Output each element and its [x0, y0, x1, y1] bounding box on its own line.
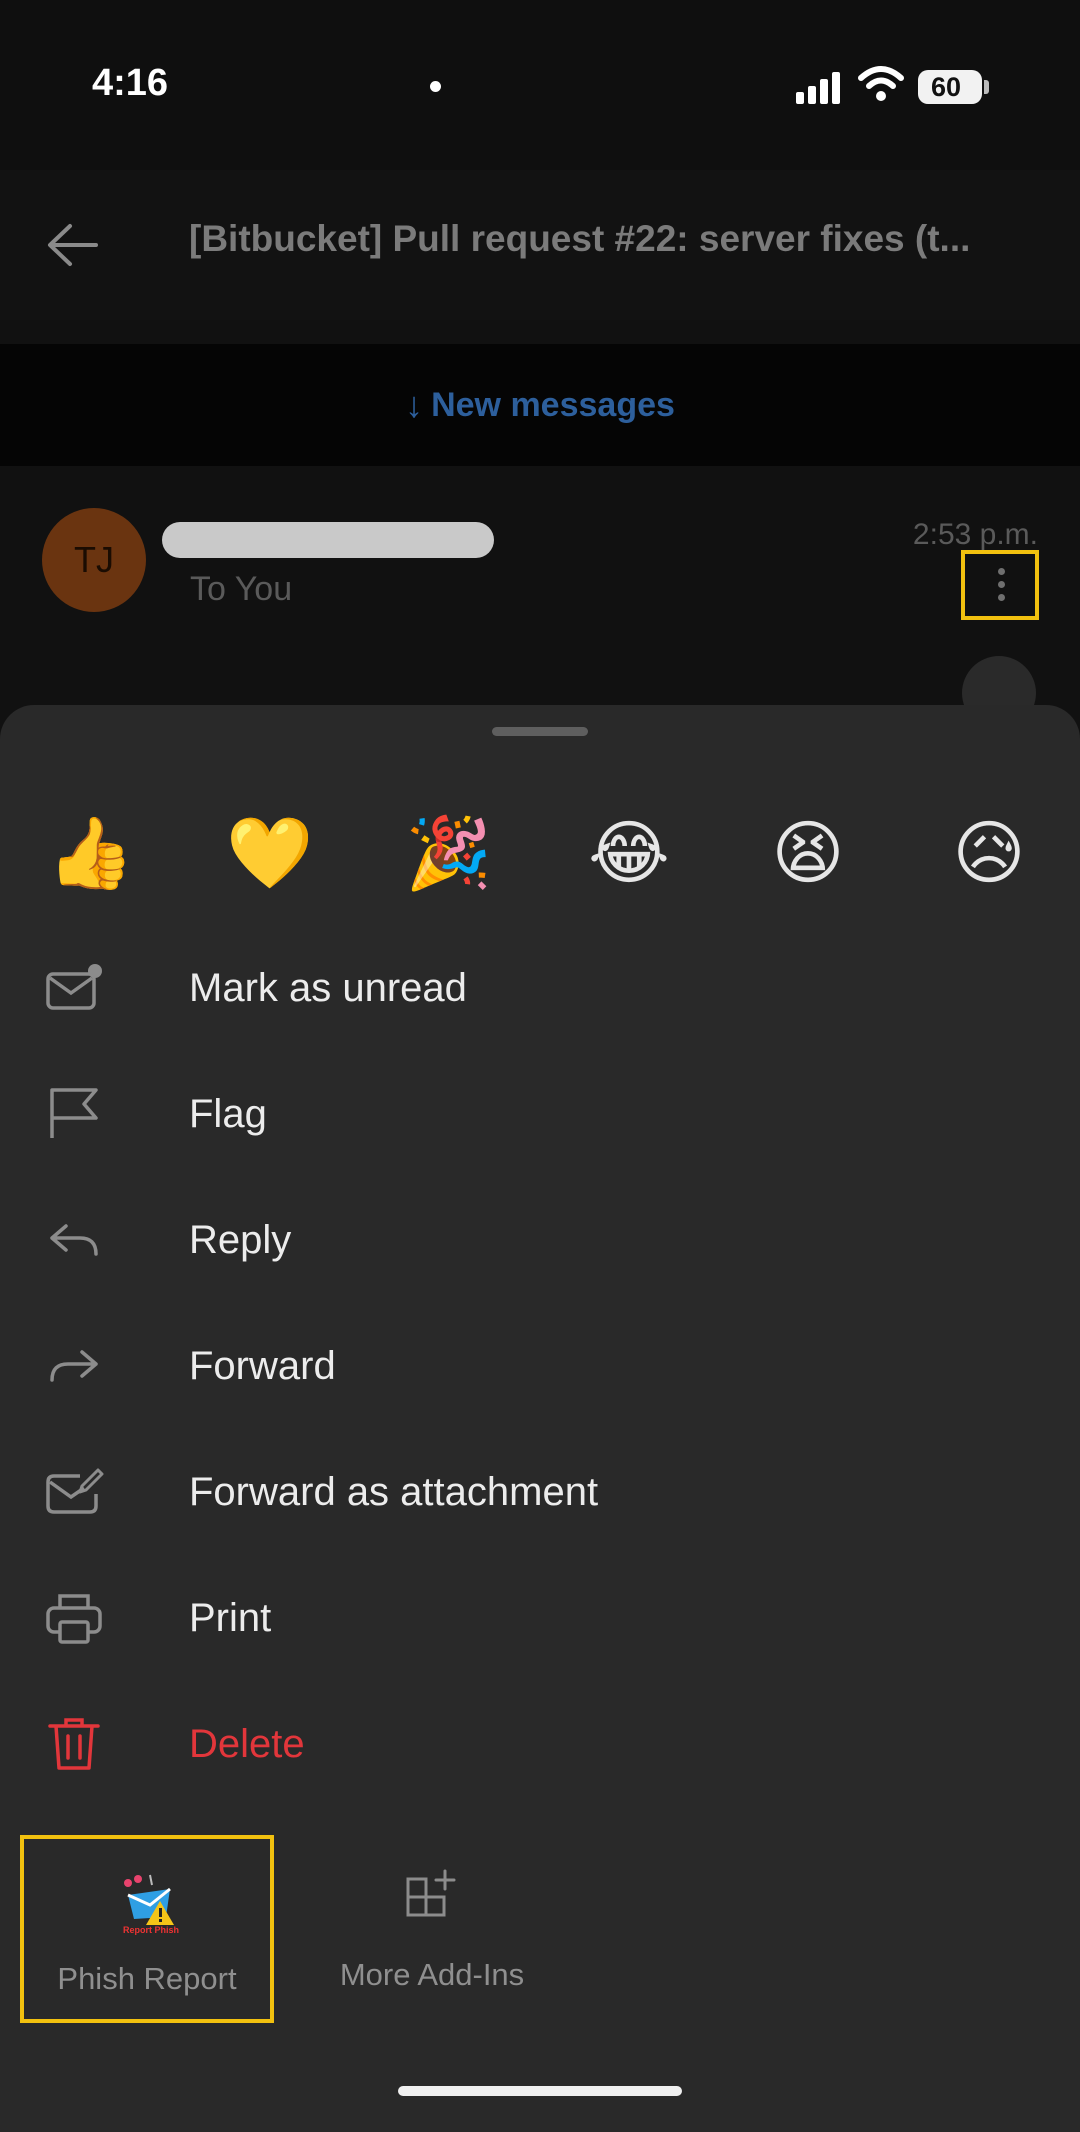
menu-item-reply[interactable]: Reply	[0, 1177, 1080, 1303]
thumbs-up-reaction[interactable]: 👍	[46, 808, 136, 898]
recipient-line: To You	[190, 570, 293, 608]
reply-icon	[50, 1224, 98, 1256]
printer-icon	[46, 1594, 102, 1644]
menu-item-print[interactable]: Print	[0, 1555, 1080, 1681]
trash-icon	[48, 1718, 100, 1770]
menu-label: Delete	[189, 1722, 305, 1766]
phish-report-label: Phish Report	[57, 1961, 237, 1996]
avatar[interactable]: TJ	[42, 508, 146, 612]
reaction-row: 👍 💛 🎉 😂 😫 😥	[0, 808, 1080, 898]
more-addins-label: More Add-Ins	[339, 1957, 525, 1992]
phish-report-logo-icon	[124, 1874, 174, 1925]
phish-report-addin[interactable]: Report Phish Phish Report	[20, 1835, 274, 2023]
battery-level: 60	[930, 72, 962, 102]
menu-label: Flag	[189, 1092, 267, 1136]
surprised-reaction[interactable]: 😫	[763, 808, 853, 898]
menu-item-delete[interactable]: Delete	[0, 1681, 1080, 1807]
menu-label: Mark as unread	[189, 966, 467, 1010]
new-messages-label: New messages	[431, 385, 675, 424]
flag-icon	[50, 1088, 98, 1138]
menu-label: Forward	[189, 1344, 336, 1388]
sheet-grab-handle[interactable]	[492, 727, 588, 736]
signal-icon	[796, 70, 842, 104]
party-reaction[interactable]: 🎉	[404, 808, 494, 898]
addins-row: Report Phish Phish Report More Add-Ins	[0, 1835, 1080, 2035]
menu-label: Forward as attachment	[189, 1470, 599, 1514]
status-bar: 4:16 60	[0, 0, 1080, 170]
laughing-reaction[interactable]: 😂	[584, 808, 674, 898]
mail-unread-icon	[46, 964, 102, 1010]
battery-icon: 60	[918, 70, 982, 104]
sad-reaction[interactable]: 😥	[944, 808, 1034, 898]
battery-cap	[984, 80, 989, 94]
heart-reaction[interactable]: 💛	[225, 808, 315, 898]
message-row: TJ To You 2:53 p.m.	[0, 466, 1080, 730]
actions-bottom-sheet: 👍 💛 🎉 😂 😫 😥 Mark as unread Flag Reply Fo…	[0, 705, 1080, 2132]
sender-name-redacted	[162, 522, 494, 558]
status-dot	[430, 81, 441, 92]
new-messages-banner[interactable]: ↓ New messages	[0, 344, 1080, 466]
menu-item-forward[interactable]: Forward	[0, 1303, 1080, 1429]
forward-icon	[50, 1350, 98, 1382]
message-header: [Bitbucket] Pull request #22: server fix…	[0, 170, 1080, 320]
more-addins-button[interactable]: More Add-Ins	[300, 1835, 564, 2023]
status-time: 4:16	[92, 62, 169, 104]
menu-label: Reply	[189, 1218, 292, 1262]
add-app-icon	[406, 1869, 456, 1917]
forward-attachment-icon	[46, 1468, 104, 1514]
menu-item-flag[interactable]: Flag	[0, 1051, 1080, 1177]
menu-item-forward-attachment[interactable]: Forward as attachment	[0, 1429, 1080, 1555]
menu-item-mark-unread[interactable]: Mark as unread	[0, 925, 1080, 1051]
down-arrow-icon: ↓	[405, 384, 424, 425]
home-indicator[interactable]	[398, 2086, 682, 2096]
thread-subject: [Bitbucket] Pull request #22: server fix…	[189, 218, 971, 259]
back-arrow-icon[interactable]	[38, 212, 108, 278]
message-time: 2:53 p.m.	[912, 518, 1038, 551]
menu-label: Print	[189, 1596, 272, 1640]
more-options-button[interactable]	[961, 550, 1039, 620]
wifi-icon	[858, 66, 904, 101]
phish-logo-text: Report Phish	[122, 1925, 179, 1935]
